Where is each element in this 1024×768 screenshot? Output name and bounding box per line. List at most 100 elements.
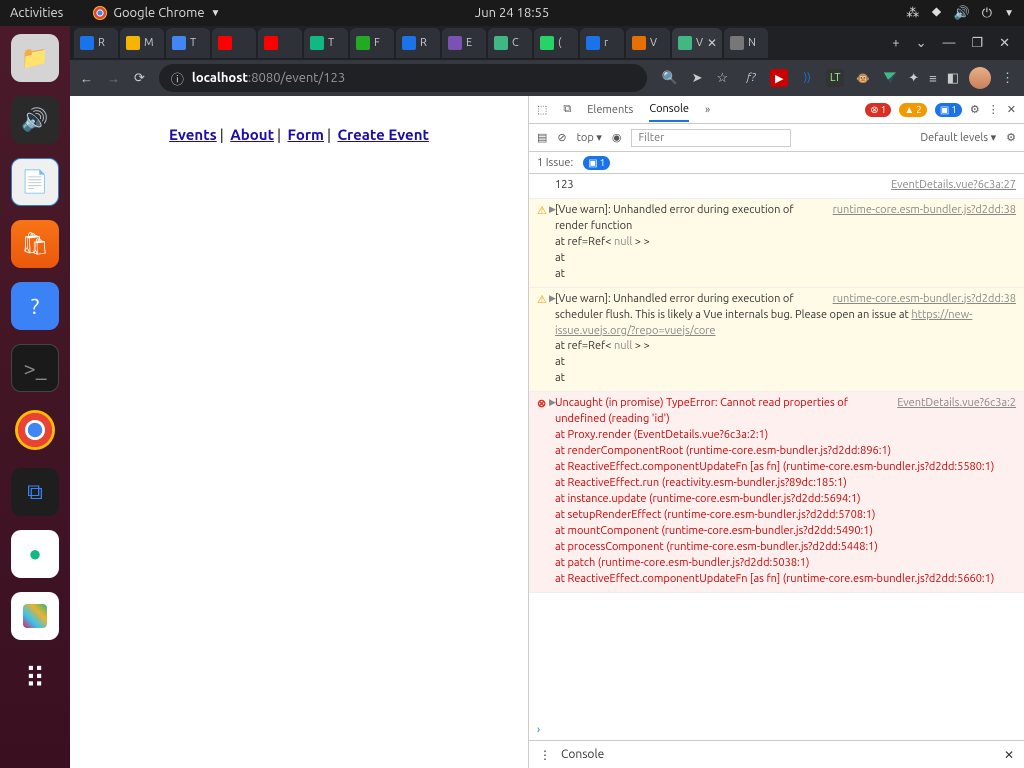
expand-icon[interactable]: ▶ <box>549 203 556 216</box>
browser-tab[interactable]: V✕ <box>672 28 722 58</box>
live-expr-icon[interactable]: ◉ <box>612 131 622 144</box>
mongodb-app[interactable]: ● <box>11 530 59 578</box>
info-count[interactable]: ▣1 <box>935 103 962 117</box>
browser-tab[interactable]: T <box>166 28 210 58</box>
extensions-icon[interactable]: ✦ <box>908 71 919 86</box>
console-warn[interactable]: runtime-core.esm-bundler.js?d2dd:38▶[Vue… <box>529 199 1024 288</box>
console-log[interactable]: EventDetails.vue?6c3a:27123 <box>529 174 1024 199</box>
console-warn[interactable]: runtime-core.esm-bundler.js?d2dd:38▶[Vue… <box>529 288 1024 393</box>
ext-icon[interactable]: ▶ <box>770 69 788 87</box>
browser-tab[interactable]: C <box>488 28 532 58</box>
source-link[interactable]: EventDetails.vue?6c3a:2 <box>897 396 1016 412</box>
inspect-icon[interactable]: ⬚ <box>537 103 547 116</box>
kebab-icon[interactable]: ⋮ <box>988 103 999 116</box>
maximize-icon[interactable]: ❐ <box>971 36 983 51</box>
reload-button[interactable]: ⟳ <box>134 71 145 86</box>
activities-button[interactable]: Activities <box>10 6 63 20</box>
address-bar[interactable]: ⓘ localhost:8080/event/123 <box>159 64 648 92</box>
zoom-icon[interactable]: 🔍 <box>661 71 677 86</box>
reading-list-icon[interactable]: ≡ <box>929 71 937 86</box>
settings-icon[interactable]: ⚙ <box>970 103 980 116</box>
expand-icon[interactable]: ▶ <box>549 292 556 305</box>
extensions: f? ▶ )) LT 🐵 ✦ ≡ ◧ ⋮ <box>742 67 1014 89</box>
sidebar-toggle-icon[interactable]: ▤ <box>537 131 547 144</box>
close-devtools-icon[interactable]: ✕ <box>1007 103 1016 116</box>
browser-tab[interactable]: E <box>442 28 486 58</box>
power-icon[interactable]: ⏻ <box>982 6 992 21</box>
tray-icon[interactable]: ⁂ <box>906 6 919 21</box>
tab-title: R <box>98 37 105 49</box>
browser-tab[interactable]: R <box>396 28 440 58</box>
clear-console-icon[interactable]: ⊘ <box>557 131 566 144</box>
files-app[interactable]: 📁 <box>11 34 59 82</box>
error-count[interactable]: ⊗1 <box>865 103 891 117</box>
network-icon[interactable]: ⯁ <box>931 6 941 21</box>
link[interactable]: https://new-issue.vuejs.org/?repo=vuejs/… <box>555 309 972 337</box>
browser-tab[interactable]: r <box>580 28 624 58</box>
more-tabs-icon[interactable]: » <box>705 104 710 116</box>
send-icon[interactable]: ➤ <box>692 71 703 86</box>
nav-about[interactable]: About <box>230 126 274 143</box>
nav-create[interactable]: Create Event <box>337 126 428 143</box>
ext-icon[interactable]: )) <box>798 69 816 87</box>
close-window-icon[interactable]: ✕ <box>999 36 1010 51</box>
help-app[interactable]: ? <box>11 282 59 330</box>
tab-search-icon[interactable]: ⌄ <box>916 36 927 51</box>
tab-title: R <box>420 37 427 49</box>
ext-icon[interactable]: f? <box>742 69 760 87</box>
ext-icon[interactable]: 🐵 <box>854 69 872 87</box>
minimize-icon[interactable]: — <box>942 36 955 50</box>
console-err[interactable]: EventDetails.vue?6c3a:2▶Uncaught (in pro… <box>529 392 1024 592</box>
levels-selector[interactable]: Default levels ▾ <box>920 131 996 144</box>
source-link[interactable]: runtime-core.esm-bundler.js?d2dd:38 <box>833 203 1016 219</box>
browser-tab[interactable] <box>258 28 302 58</box>
info-icon[interactable]: ⓘ <box>171 69 184 88</box>
terminal-app[interactable]: >_ <box>11 344 59 392</box>
close-drawer-icon[interactable]: ✕ <box>1004 748 1014 762</box>
bookmark-icon[interactable]: ☆ <box>717 71 729 86</box>
clock[interactable]: Jun 24 18:55 <box>475 6 549 20</box>
tab-console[interactable]: Console <box>649 103 689 122</box>
source-link[interactable]: EventDetails.vue?6c3a:27 <box>891 178 1016 194</box>
tab-elements[interactable]: Elements <box>587 104 633 116</box>
browser-tab[interactable]: F <box>350 28 394 58</box>
context-selector[interactable]: top ▾ <box>577 131 602 144</box>
browser-tab[interactable]: R <box>74 28 118 58</box>
nav-events[interactable]: Events <box>169 126 217 143</box>
kebab-icon[interactable]: ⋮ <box>539 748 551 762</box>
app-menu[interactable]: Google Chrome ▼ <box>93 6 220 20</box>
console-prompt[interactable]: › <box>529 720 1024 740</box>
browser-tab[interactable] <box>212 28 256 58</box>
browser-tab[interactable]: V <box>626 28 670 58</box>
device-icon[interactable]: ⧉ <box>563 103 571 116</box>
vue-devtools-icon[interactable] <box>882 70 898 86</box>
filter-input[interactable] <box>631 129 791 147</box>
vscode-app[interactable]: ⧉ <box>11 468 59 516</box>
console-settings-icon[interactable]: ⚙ <box>1006 131 1016 144</box>
close-tab-icon[interactable]: ✕ <box>707 36 717 50</box>
browser-tab[interactable]: T <box>304 28 348 58</box>
expand-icon[interactable]: ▶ <box>549 396 556 409</box>
warning-count[interactable]: ▲2 <box>899 103 927 117</box>
software-store-app[interactable]: 🛍 <box>11 220 59 268</box>
new-tab-button[interactable]: + <box>892 36 899 50</box>
browser-tab[interactable]: N <box>724 28 768 58</box>
back-button[interactable]: ← <box>80 71 93 86</box>
issues-bar[interactable]: 1 Issue: ▣1 <box>529 152 1024 174</box>
browser-tab[interactable]: M <box>120 28 164 58</box>
slack-app[interactable] <box>11 592 59 640</box>
tab-title: N <box>748 37 756 49</box>
writer-app[interactable]: 📄 <box>11 158 59 206</box>
nav-form[interactable]: Form <box>288 126 324 143</box>
menu-icon[interactable]: ⋮ <box>1001 71 1014 86</box>
rhythmbox-app[interactable]: 🔊 <box>11 96 59 144</box>
volume-icon[interactable]: 🔊 <box>954 6 970 21</box>
chrome-app[interactable] <box>11 406 59 454</box>
side-panel-icon[interactable]: ◧ <box>947 71 959 86</box>
source-link[interactable]: runtime-core.esm-bundler.js?d2dd:38 <box>833 292 1016 308</box>
show-apps[interactable]: ⠿ <box>11 654 59 702</box>
ext-icon[interactable]: LT <box>826 69 844 87</box>
drawer-tab-console[interactable]: Console <box>561 748 604 761</box>
profile-avatar[interactable] <box>969 67 991 89</box>
browser-tab[interactable]: ( <box>534 28 578 58</box>
